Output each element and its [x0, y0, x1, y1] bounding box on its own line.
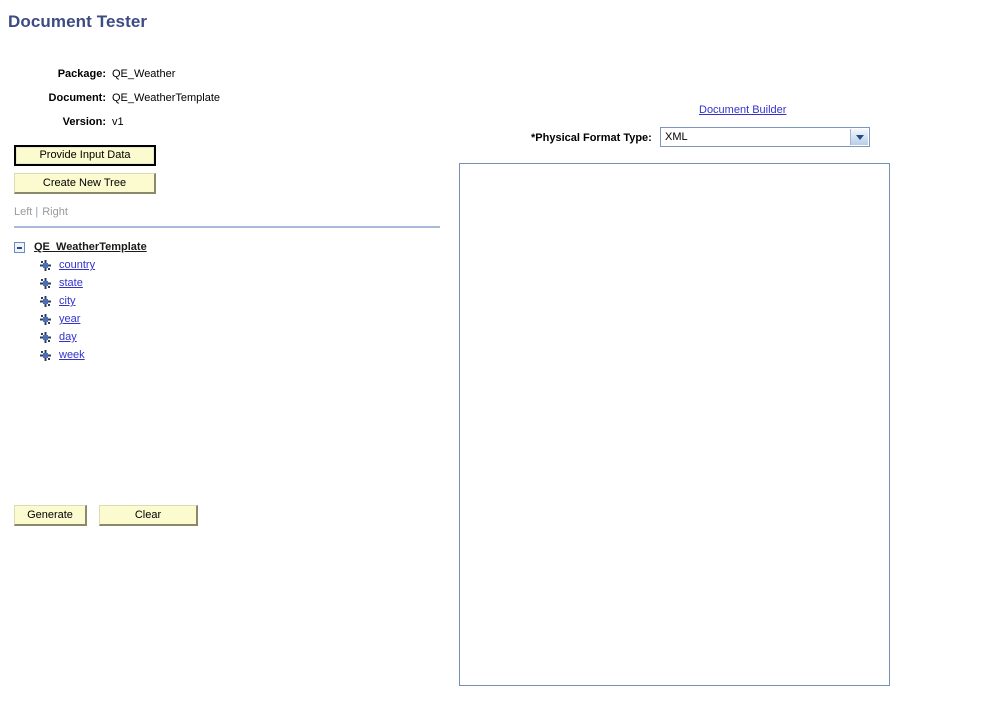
element-node-icon: [40, 295, 51, 307]
info-row-version: Version: v1: [0, 110, 220, 134]
package-value: QE_Weather: [112, 68, 176, 80]
tree-node-link[interactable]: country: [59, 259, 95, 271]
provide-input-data-button[interactable]: Provide Input Data: [14, 145, 156, 166]
tree-node-year: year: [14, 310, 434, 328]
page-title: Document Tester: [8, 12, 148, 31]
info-row-document: Document: QE_WeatherTemplate: [0, 86, 220, 110]
info-row-package: Package: QE_Weather: [0, 62, 220, 86]
side-switch-left[interactable]: Left: [14, 206, 32, 218]
tree-root-row: QE_WeatherTemplate: [14, 238, 434, 256]
document-info-block: Package: QE_Weather Document: QE_WeatherTe…: [0, 62, 220, 134]
tree-node-link[interactable]: city: [59, 295, 76, 307]
output-panel-text: [460, 164, 889, 172]
element-node-icon: [40, 277, 51, 289]
side-switch-separator: |: [35, 206, 39, 218]
tree-node-link[interactable]: state: [59, 277, 83, 289]
version-label: Version:: [62, 116, 106, 128]
physical-format-type-select[interactable]: XML: [660, 127, 870, 147]
physical-format-type-value: XML: [665, 131, 688, 143]
element-node-icon: [40, 313, 51, 325]
document-value: QE_WeatherTemplate: [112, 92, 221, 104]
tree-node-day: day: [14, 328, 434, 346]
element-node-icon: [40, 259, 51, 271]
physical-format-type-label: *Physical Format Type:: [531, 132, 652, 144]
chevron-down-icon[interactable]: [850, 129, 868, 145]
tree-node-country: country: [14, 256, 434, 274]
tree-node-week: week: [14, 346, 434, 364]
package-label: Package:: [57, 68, 106, 80]
document-label: Document:: [48, 92, 106, 104]
version-value: v1: [112, 116, 124, 128]
tree-node-link[interactable]: year: [59, 313, 80, 325]
generate-button[interactable]: Generate: [14, 505, 87, 526]
left-right-switch: Left | Right: [14, 205, 68, 220]
tree-node-state: state: [14, 274, 434, 292]
tree-node-city: city: [14, 292, 434, 310]
output-panel[interactable]: [459, 163, 890, 686]
side-switch-right[interactable]: Right: [42, 206, 68, 218]
element-node-icon: [40, 349, 51, 361]
element-node-icon: [40, 331, 51, 343]
tree-divider: [14, 226, 440, 228]
clear-button[interactable]: Clear: [99, 505, 198, 526]
minus-box-icon[interactable]: [14, 241, 25, 253]
tree-node-link[interactable]: day: [59, 331, 77, 343]
document-tree: QE_WeatherTemplate country state city ye…: [14, 238, 434, 364]
create-new-tree-button[interactable]: Create New Tree: [14, 173, 156, 194]
tree-root-label[interactable]: QE_WeatherTemplate: [34, 241, 147, 253]
document-builder-link[interactable]: Document Builder: [699, 104, 786, 116]
tree-node-link[interactable]: week: [59, 349, 85, 361]
